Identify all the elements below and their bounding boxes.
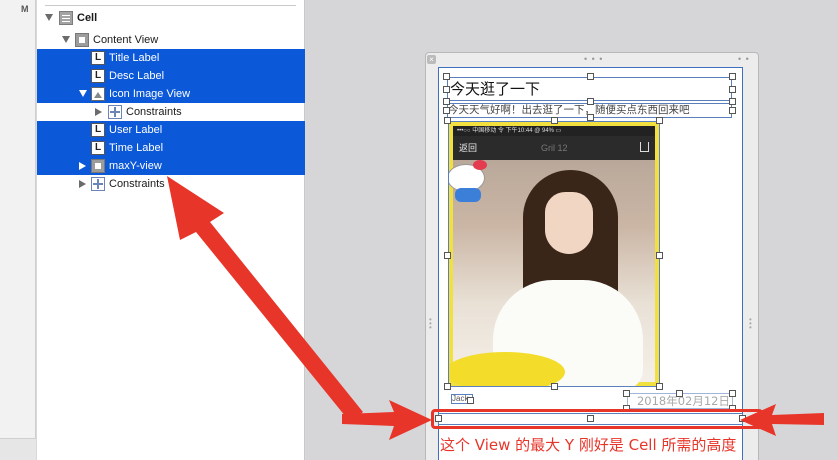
- annotation-text: 这个 View 的最大 Y 刚好是 Cell 所需的高度: [440, 436, 737, 454]
- arrow-from-right-icon: [740, 404, 824, 436]
- arrow-to-outline-icon: [167, 176, 363, 422]
- annotation-arrows: [167, 176, 824, 440]
